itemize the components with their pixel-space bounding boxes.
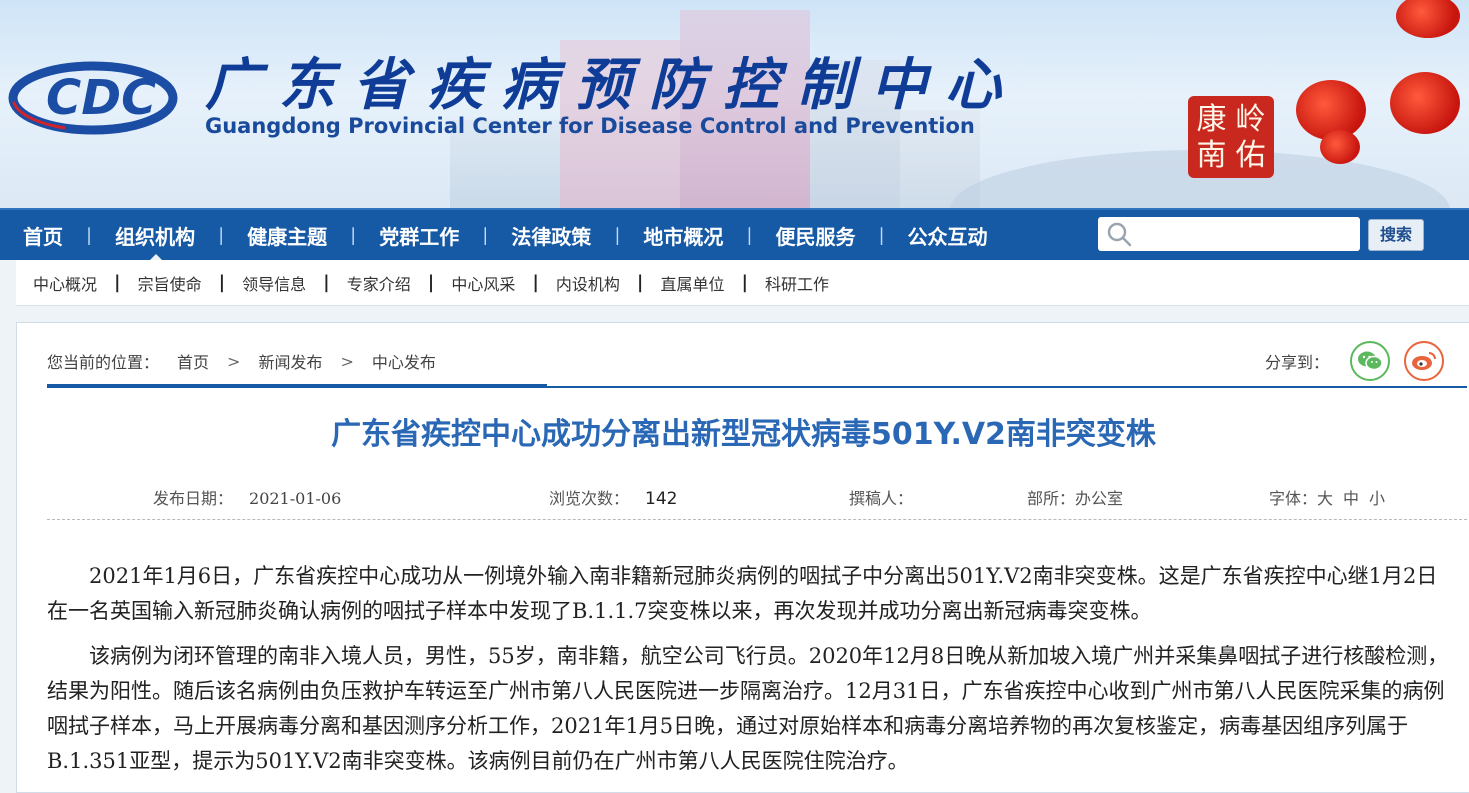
subnav-experts[interactable]: 专家介绍 [330, 271, 428, 295]
weibo-share-button[interactable] [1404, 341, 1444, 381]
nav-law-policy[interactable]: 法律政策 [488, 221, 614, 250]
cdc-logo[interactable]: CDC [8, 48, 178, 138]
header-banner: CDC 广东省疾病预防控制中心 Guangdong Provincial Cen… [0, 0, 1469, 208]
site-title-en: Guangdong Provincial Center for Disease … [205, 114, 975, 138]
nav-health-topics[interactable]: 健康主题 [224, 221, 350, 250]
nav-organization[interactable]: 组织机构 [92, 221, 218, 250]
subnav-gallery[interactable]: 中心风采 [434, 271, 532, 295]
main-nav: 首页 | 组织机构 | 健康主题 | 党群工作 | 法律政策 | 地市概况 | … [0, 208, 1469, 262]
breadcrumb-news[interactable]: 新闻发布 [258, 349, 322, 373]
header-rule-accent [47, 384, 547, 388]
subnav-departments[interactable]: 内设机构 [539, 271, 637, 295]
font-size-large[interactable]: 大 [1317, 489, 1333, 508]
breadcrumb-label: 您当前的位置： [47, 353, 160, 372]
font-size-control: 字体：大中小 [1269, 485, 1385, 509]
kapok-flower-decoration [1320, 130, 1360, 164]
article-title: 广东省疾控中心成功分离出新型冠状病毒501Y.V2南非突变株 [331, 417, 1156, 452]
nav-home[interactable]: 首页 [0, 221, 86, 250]
search-input[interactable] [1140, 219, 1350, 249]
font-size-label: 字体： [1269, 489, 1318, 508]
nav-interaction[interactable]: 公众互动 [885, 221, 1011, 250]
subnav-affiliates[interactable]: 直属单位 [643, 271, 741, 295]
breadcrumb-center-news[interactable]: 中心发布 [372, 349, 436, 373]
article-body: 2021年1月6日，广东省疾控中心成功从一例境外输入南非籍新冠肺炎病例的咽拭子中… [47, 559, 1457, 789]
breadcrumb: 您当前的位置： 首页 > 新闻发布 > 中心发布 [47, 349, 436, 373]
subnav-leadership[interactable]: 领导信息 [225, 271, 323, 295]
logo-text: CDC [46, 70, 156, 126]
department: 部所：办公室 [1027, 489, 1124, 508]
article-paragraph: 该病例为闭环管理的南非入境人员，男性，55岁，南非籍，航空公司飞行员。2020年… [47, 644, 1449, 773]
seal-stamp: 康岭 南佑 [1188, 96, 1274, 178]
breadcrumb-home[interactable]: 首页 [177, 349, 209, 373]
font-size-small[interactable]: 小 [1369, 489, 1385, 508]
article-paragraph: 2021年1月6日，广东省疾控中心成功从一例境外输入南非籍新冠肺炎病例的咽拭子中… [47, 564, 1438, 623]
kapok-flower-decoration [1396, 0, 1460, 38]
author: 撰稿人： [849, 489, 914, 508]
wechat-share-button[interactable] [1350, 341, 1390, 381]
nav-public-service[interactable]: 便民服务 [752, 221, 878, 250]
nav-city-overview[interactable]: 地市概况 [620, 221, 746, 250]
sub-nav: 中心概况 | 宗旨使命 | 领导信息 | 专家介绍 | 中心风采 | 内设机构 … [16, 260, 1469, 306]
search-icon [1107, 222, 1132, 247]
font-size-medium[interactable]: 中 [1343, 489, 1359, 508]
meta-divider [47, 519, 1467, 520]
article-panel: 您当前的位置： 首页 > 新闻发布 > 中心发布 分享到： 广东省疾控中心成功分… [16, 322, 1469, 793]
breadcrumb-separator: > [340, 351, 354, 371]
search-box [1098, 217, 1360, 251]
kapok-flower-decoration [1390, 72, 1460, 134]
weibo-icon [1412, 352, 1436, 370]
share-label: 分享到： [1265, 353, 1330, 372]
view-count: 浏览次数： 142 [549, 489, 678, 509]
search-button[interactable]: 搜索 [1368, 219, 1424, 251]
site-title-cn: 广东省疾病预防控制中心 [205, 52, 1019, 118]
publish-date: 发布日期： 2021-01-06 [153, 489, 342, 508]
subnav-center-overview[interactable]: 中心概况 [16, 271, 114, 295]
subnav-research[interactable]: 科研工作 [748, 271, 846, 295]
nav-party-work[interactable]: 党群工作 [356, 221, 482, 250]
wechat-icon [1358, 351, 1383, 371]
breadcrumb-separator: > [227, 351, 241, 371]
subnav-mission[interactable]: 宗旨使命 [121, 271, 219, 295]
